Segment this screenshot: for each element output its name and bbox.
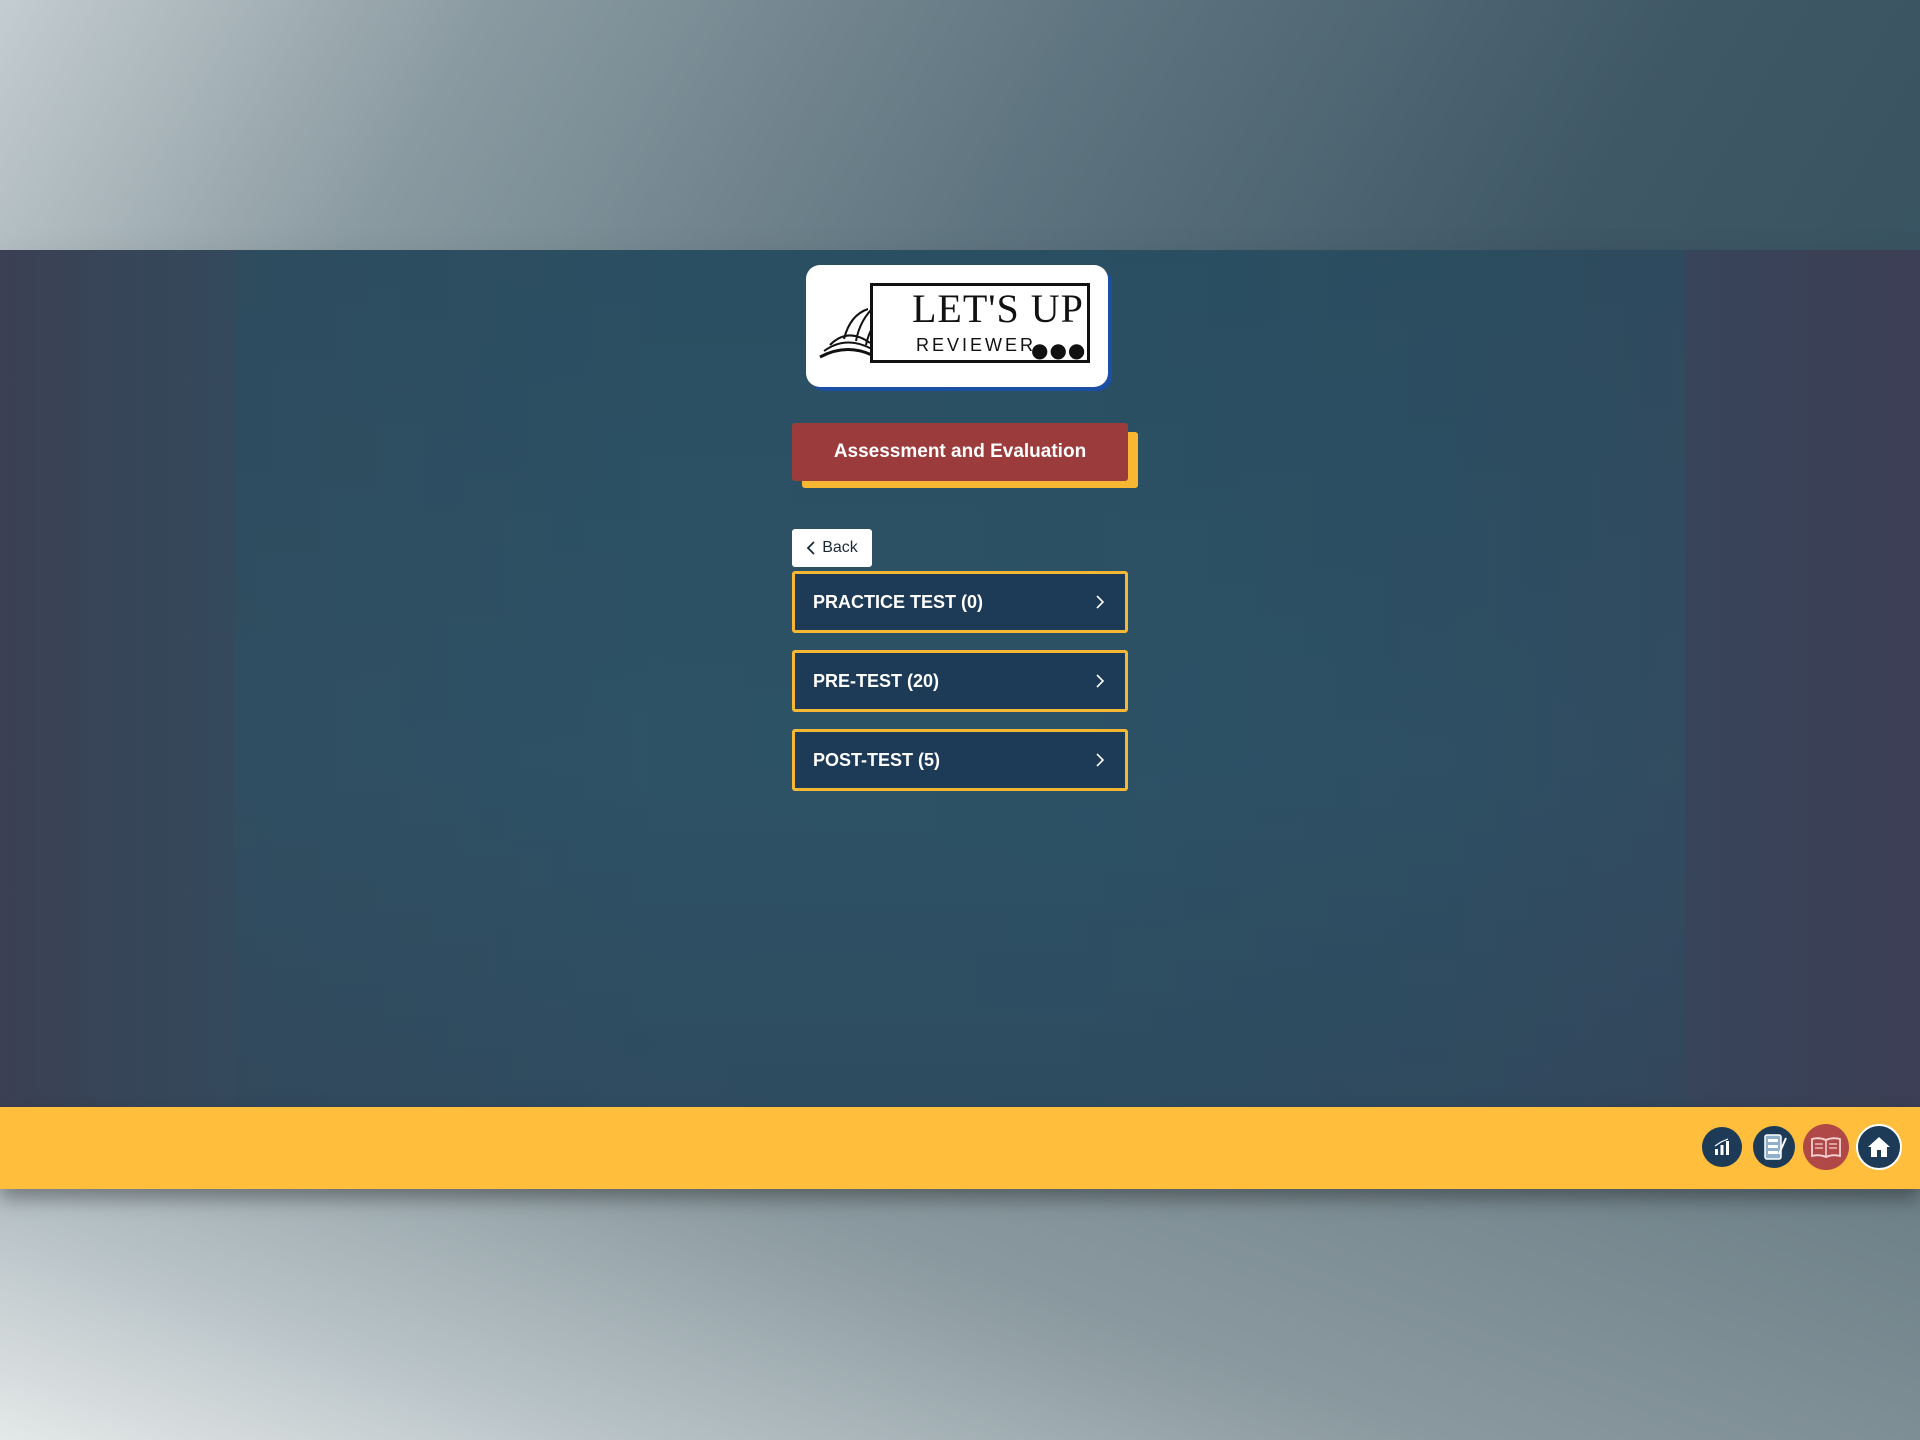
chart-icon [1714, 1138, 1729, 1155]
back-button[interactable]: Back [792, 529, 872, 567]
menu-item-practice-test[interactable]: PRACTICE TEST (0) [792, 571, 1128, 633]
home-icon [1868, 1137, 1890, 1157]
menu-item-label: POST-TEST (5) [813, 749, 941, 770]
menu-item-label: PRACTICE TEST (0) [813, 591, 984, 612]
chevron-right-icon [1096, 674, 1105, 688]
menu-item-post-test[interactable]: POST-TEST (5) [792, 729, 1128, 791]
app-logo: LET'S UP REVIEWER ●●● [806, 265, 1108, 387]
nav-tests-button[interactable] [1753, 1126, 1795, 1168]
checklist-icon [1764, 1134, 1787, 1160]
chevron-right-icon [1096, 595, 1105, 609]
nav-reviewer-button[interactable] [1803, 1124, 1849, 1170]
logo-title: LET'S UP [912, 286, 1084, 331]
menu-item-pre-test[interactable]: PRE-TEST (20) [792, 650, 1128, 712]
page-title: Assessment and Evaluation [792, 423, 1128, 481]
chevron-left-icon [806, 541, 815, 555]
menu-item-label: PRE-TEST (20) [813, 670, 940, 691]
footer-bar [0, 1107, 1920, 1189]
page-background-bottom [0, 1189, 1920, 1440]
nav-home-button[interactable] [1856, 1124, 1902, 1170]
chevron-right-icon [1096, 753, 1105, 767]
book-icon [1811, 1137, 1841, 1158]
nav-stats-button[interactable] [1702, 1127, 1742, 1167]
back-button-label: Back [822, 539, 858, 556]
logo-subtitle: REVIEWER [916, 335, 1041, 355]
logo-dots: ●●● [1031, 338, 1087, 362]
